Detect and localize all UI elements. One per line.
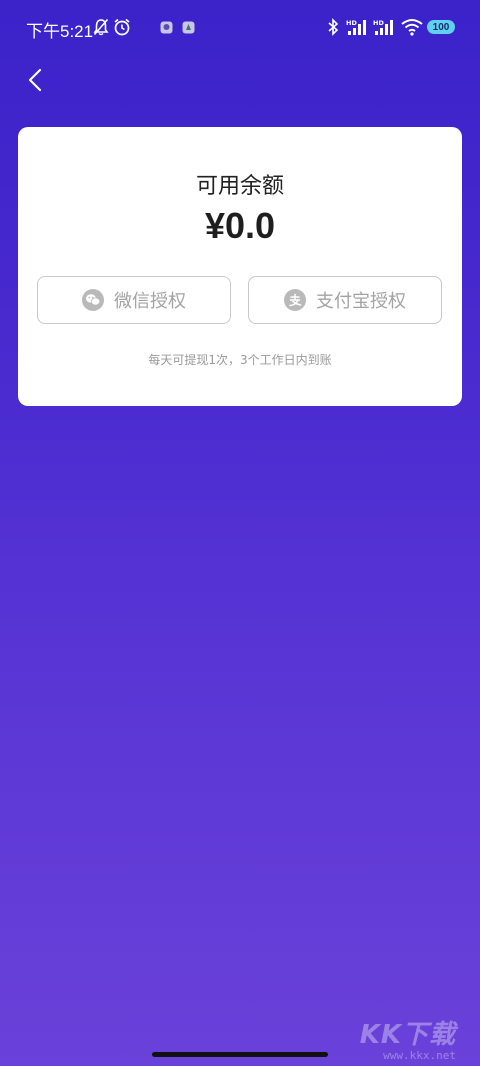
alipay-auth-label: 支付宝授权: [316, 291, 406, 312]
withdraw-notice: 每天可提现1次，3个工作日内到账: [148, 353, 332, 367]
status-time: 下午5:21: [26, 22, 94, 41]
balance-label: 可用余额: [195, 174, 284, 199]
watermark-logo: KK下载: [359, 1020, 456, 1050]
wifi-icon: [401, 19, 423, 36]
wechat-auth-button[interactable]: 微信授权: [37, 276, 231, 324]
wechat-icon: [82, 289, 104, 311]
status-bar: 下午5:21 HD HD 100: [0, 0, 480, 56]
back-button[interactable]: [20, 62, 50, 98]
battery-level: 100: [432, 21, 450, 33]
home-indicator[interactable]: [152, 1052, 328, 1057]
alipay-auth-button[interactable]: 支付宝授权: [248, 276, 442, 324]
chevron-left-icon: [28, 68, 42, 92]
signal-hd-icon: HD: [373, 19, 393, 35]
svg-text:HD: HD: [373, 19, 384, 27]
bell-off-icon: [93, 18, 109, 36]
alarm-icon: [114, 18, 130, 36]
alipay-icon: [284, 289, 306, 311]
svg-text:HD: HD: [346, 19, 357, 27]
signal-hd-icon: HD: [346, 19, 366, 35]
wechat-auth-label: 微信授权: [114, 291, 186, 312]
watermark: KK下载 www.kkx.net: [360, 1014, 456, 1062]
balance-amount: ¥0.0: [204, 205, 276, 246]
app-notification-icon: [182, 21, 195, 34]
bluetooth-icon: [328, 18, 339, 36]
battery-icon: 100: [427, 20, 455, 34]
app-notification-icon: [160, 21, 173, 34]
